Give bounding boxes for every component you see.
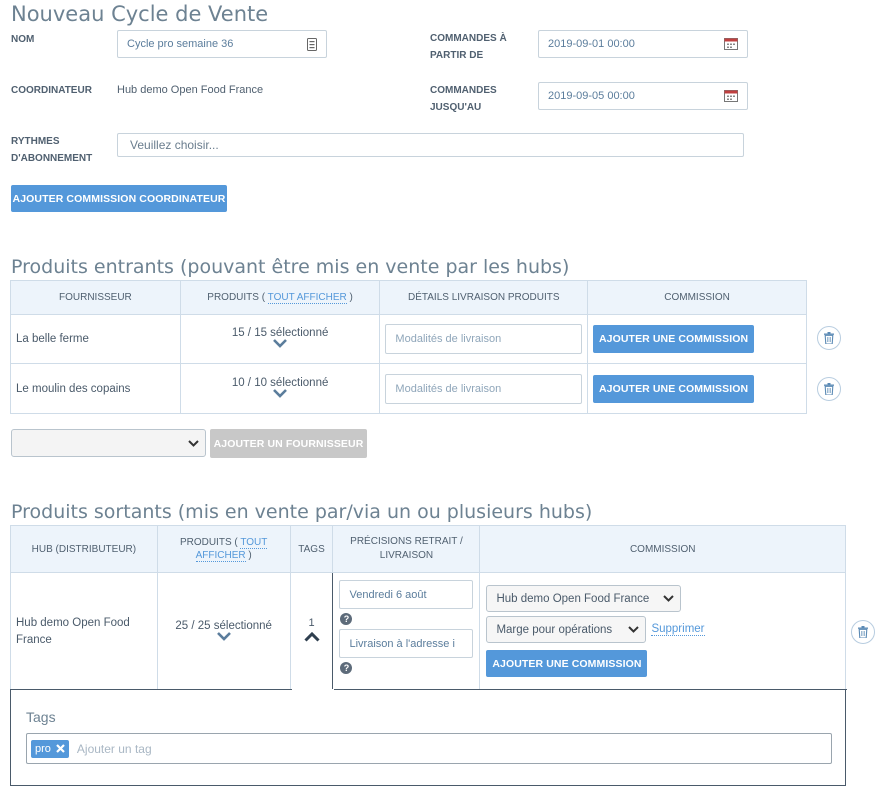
- add-fee-button[interactable]: AJOUTER UNE COMMISSION: [593, 325, 755, 353]
- supplier-select[interactable]: [11, 429, 206, 457]
- coordinator-value: Hub demo Open Food France: [117, 84, 264, 96]
- chevron-down-icon[interactable]: [273, 388, 288, 398]
- add-fee-button[interactable]: AJOUTER UNE COMMISSION: [593, 374, 755, 403]
- delivery-input[interactable]: Modalités de livraison: [385, 373, 583, 404]
- table-row: La belle ferme 15 / 15 sélectionné Modal…: [10, 314, 807, 364]
- chevron-down-icon[interactable]: [273, 339, 288, 348]
- outgoing-title: Produits sortants (mis en vente par/via …: [11, 501, 593, 523]
- outgoing-table: HUB (DISTRIBUTEUR) PRODUITS ( TOUT AFFIC…: [10, 525, 846, 691]
- selected-count: 15 / 15 sélectionné: [231, 327, 329, 339]
- hub-name: Hub demo Open Food France: [10, 572, 158, 691]
- delivery-placeholder: Modalités de livraison: [395, 333, 502, 345]
- trash-icon: [824, 383, 834, 395]
- name-label: NOM: [11, 34, 35, 45]
- show-all-link[interactable]: TOUT AFFICHER: [267, 292, 347, 304]
- show-all-link[interactable]: TOUT: [240, 537, 268, 549]
- products-header-suffix: ): [349, 292, 353, 303]
- orders-open-value: 2019-09-01 00:00: [548, 38, 635, 50]
- chevron-up-icon[interactable]: [303, 631, 320, 642]
- products-header-suffix: ): [248, 550, 252, 561]
- schedules-select[interactable]: Veuillez choisir...: [117, 133, 744, 157]
- supplier-name: Le moulin des copains: [10, 363, 181, 414]
- orders-close-field[interactable]: 2019-09-05 00:00: [538, 82, 748, 110]
- supplier-header: FOURNISSEUR: [10, 280, 181, 315]
- show-all-link[interactable]: AFFICHER: [195, 550, 246, 562]
- tags-panel: Tags pro Ajouter un tag: [10, 689, 847, 786]
- question-icon[interactable]: ?: [340, 662, 353, 674]
- remove-hub-button[interactable]: [851, 620, 875, 644]
- tags-label: Tags: [26, 709, 56, 725]
- chevron-down-icon: [628, 626, 640, 633]
- products-header-prefix: PRODUITS (: [207, 292, 266, 303]
- keyboard-icon: [307, 37, 317, 51]
- fee-type-select[interactable]: Marge pour opérations: [486, 616, 647, 643]
- hub-name-line1: Hub demo Open Food: [16, 616, 130, 629]
- tag-chip-label: pro: [35, 742, 51, 755]
- trash-icon: [858, 626, 868, 638]
- close-icon[interactable]: [56, 744, 65, 753]
- delivery-placeholder: Modalités de livraison: [395, 382, 502, 395]
- selected-count: 25 / 25 sélectionné: [175, 619, 272, 632]
- page-title: Nouveau Cycle de Vente: [11, 2, 269, 26]
- tag-chip: pro: [31, 739, 69, 758]
- incoming-title: Produits entrants (pouvant être mis en v…: [11, 256, 570, 278]
- orders-open-label-line1: COMMANDES À: [430, 33, 507, 44]
- pickup-instructions-input[interactable]: Livraison à l'adresse i: [339, 629, 474, 658]
- fee-enterprise-value: Hub demo Open Food France: [496, 592, 650, 605]
- tags-placeholder: Ajouter un tag: [76, 741, 152, 756]
- products-header-prefix: PRODUITS (: [179, 537, 238, 548]
- products-header: PRODUITS ( TOUT AFFICHER ): [179, 280, 381, 315]
- incoming-table: FOURNISSEUR PRODUITS ( TOUT AFFICHER ) D…: [10, 280, 807, 414]
- table-row: Le moulin des copains 10 / 10 sélectionn…: [10, 363, 807, 414]
- supplier-name: La belle ferme: [10, 314, 181, 364]
- chevron-down-icon: [188, 439, 199, 447]
- question-icon[interactable]: ?: [340, 613, 353, 625]
- calendar-icon: [724, 38, 738, 50]
- add-fee-button[interactable]: AJOUTER UNE COMMISSION: [486, 650, 648, 677]
- delivery-input[interactable]: Modalités de livraison: [385, 324, 583, 354]
- pickup-time-input[interactable]: Vendredi 6 août: [339, 580, 474, 609]
- add-coordinator-fee-button[interactable]: AJOUTER COMMISSION COORDINATEUR: [11, 185, 227, 212]
- products-header: PRODUITS ( TOUT AFFICHER ): [156, 525, 291, 573]
- schedules-placeholder: Veuillez choisir...: [130, 138, 219, 152]
- coordinator-label: COORDINATEUR: [11, 85, 92, 96]
- delivery-header: DÉTAILS LIVRAISON PRODUITS: [379, 280, 589, 315]
- fees-header: COMMISSION: [587, 280, 807, 315]
- remove-fee-link[interactable]: Supprimer: [651, 623, 705, 636]
- pickup-header: PRÉCISIONS RETRAIT / LIVRAISON: [332, 525, 481, 573]
- orders-open-label-line2: PARTIR DE: [430, 50, 484, 61]
- orders-close-label: COMMANDES JUSQU'AU: [430, 82, 497, 116]
- selected-count: 10 / 10 sélectionné: [231, 376, 329, 389]
- schedules-label-line1: RYTHMES: [11, 136, 60, 147]
- orders-close-label-line2: JUSQU'AU: [430, 102, 482, 113]
- tags-header: TAGS: [289, 525, 334, 573]
- orders-open-field[interactable]: 2019-09-01 00:00: [538, 30, 748, 58]
- calendar-icon: [724, 90, 738, 102]
- add-supplier-button[interactable]: AJOUTER UN FOURNISSEUR: [210, 429, 367, 458]
- fees-header: COMMISSION: [479, 525, 846, 573]
- schedules-label-line2: D'ABONNEMENT: [11, 153, 93, 164]
- orders-close-label-line1: COMMANDES: [430, 85, 497, 96]
- pickup-instructions-value: Livraison à l'adresse i: [349, 637, 455, 650]
- fee-enterprise-select[interactable]: Hub demo Open Food France: [486, 585, 682, 612]
- name-field[interactable]: Cycle pro semaine 36: [117, 30, 327, 58]
- pickup-header-line2: LIVRAISON: [379, 550, 434, 561]
- tags-input[interactable]: pro Ajouter un tag: [26, 733, 832, 764]
- hub-name-line2: France: [16, 633, 52, 646]
- remove-supplier-button[interactable]: [817, 377, 841, 401]
- table-row: Hub demo Open Food France 25 / 25 sélect…: [10, 572, 846, 691]
- fee-type-value: Marge pour opérations: [496, 623, 613, 636]
- remove-supplier-button[interactable]: [817, 326, 841, 350]
- pickup-time-value: Vendredi 6 août: [349, 588, 427, 601]
- trash-icon: [824, 332, 834, 344]
- chevron-down-icon[interactable]: [216, 631, 231, 641]
- name-value: Cycle pro semaine 36: [127, 38, 234, 50]
- hub-header: HUB (DISTRIBUTEUR): [10, 525, 158, 573]
- chevron-down-icon: [663, 595, 675, 602]
- tag-count: 1: [308, 617, 315, 629]
- schedules-label: RYTHMES D'ABONNEMENT: [11, 133, 92, 167]
- orders-open-label: COMMANDES À PARTIR DE: [430, 30, 507, 64]
- pickup-header-line1: PRÉCISIONS RETRAIT /: [350, 536, 463, 547]
- orders-close-value: 2019-09-05 00:00: [548, 90, 635, 102]
